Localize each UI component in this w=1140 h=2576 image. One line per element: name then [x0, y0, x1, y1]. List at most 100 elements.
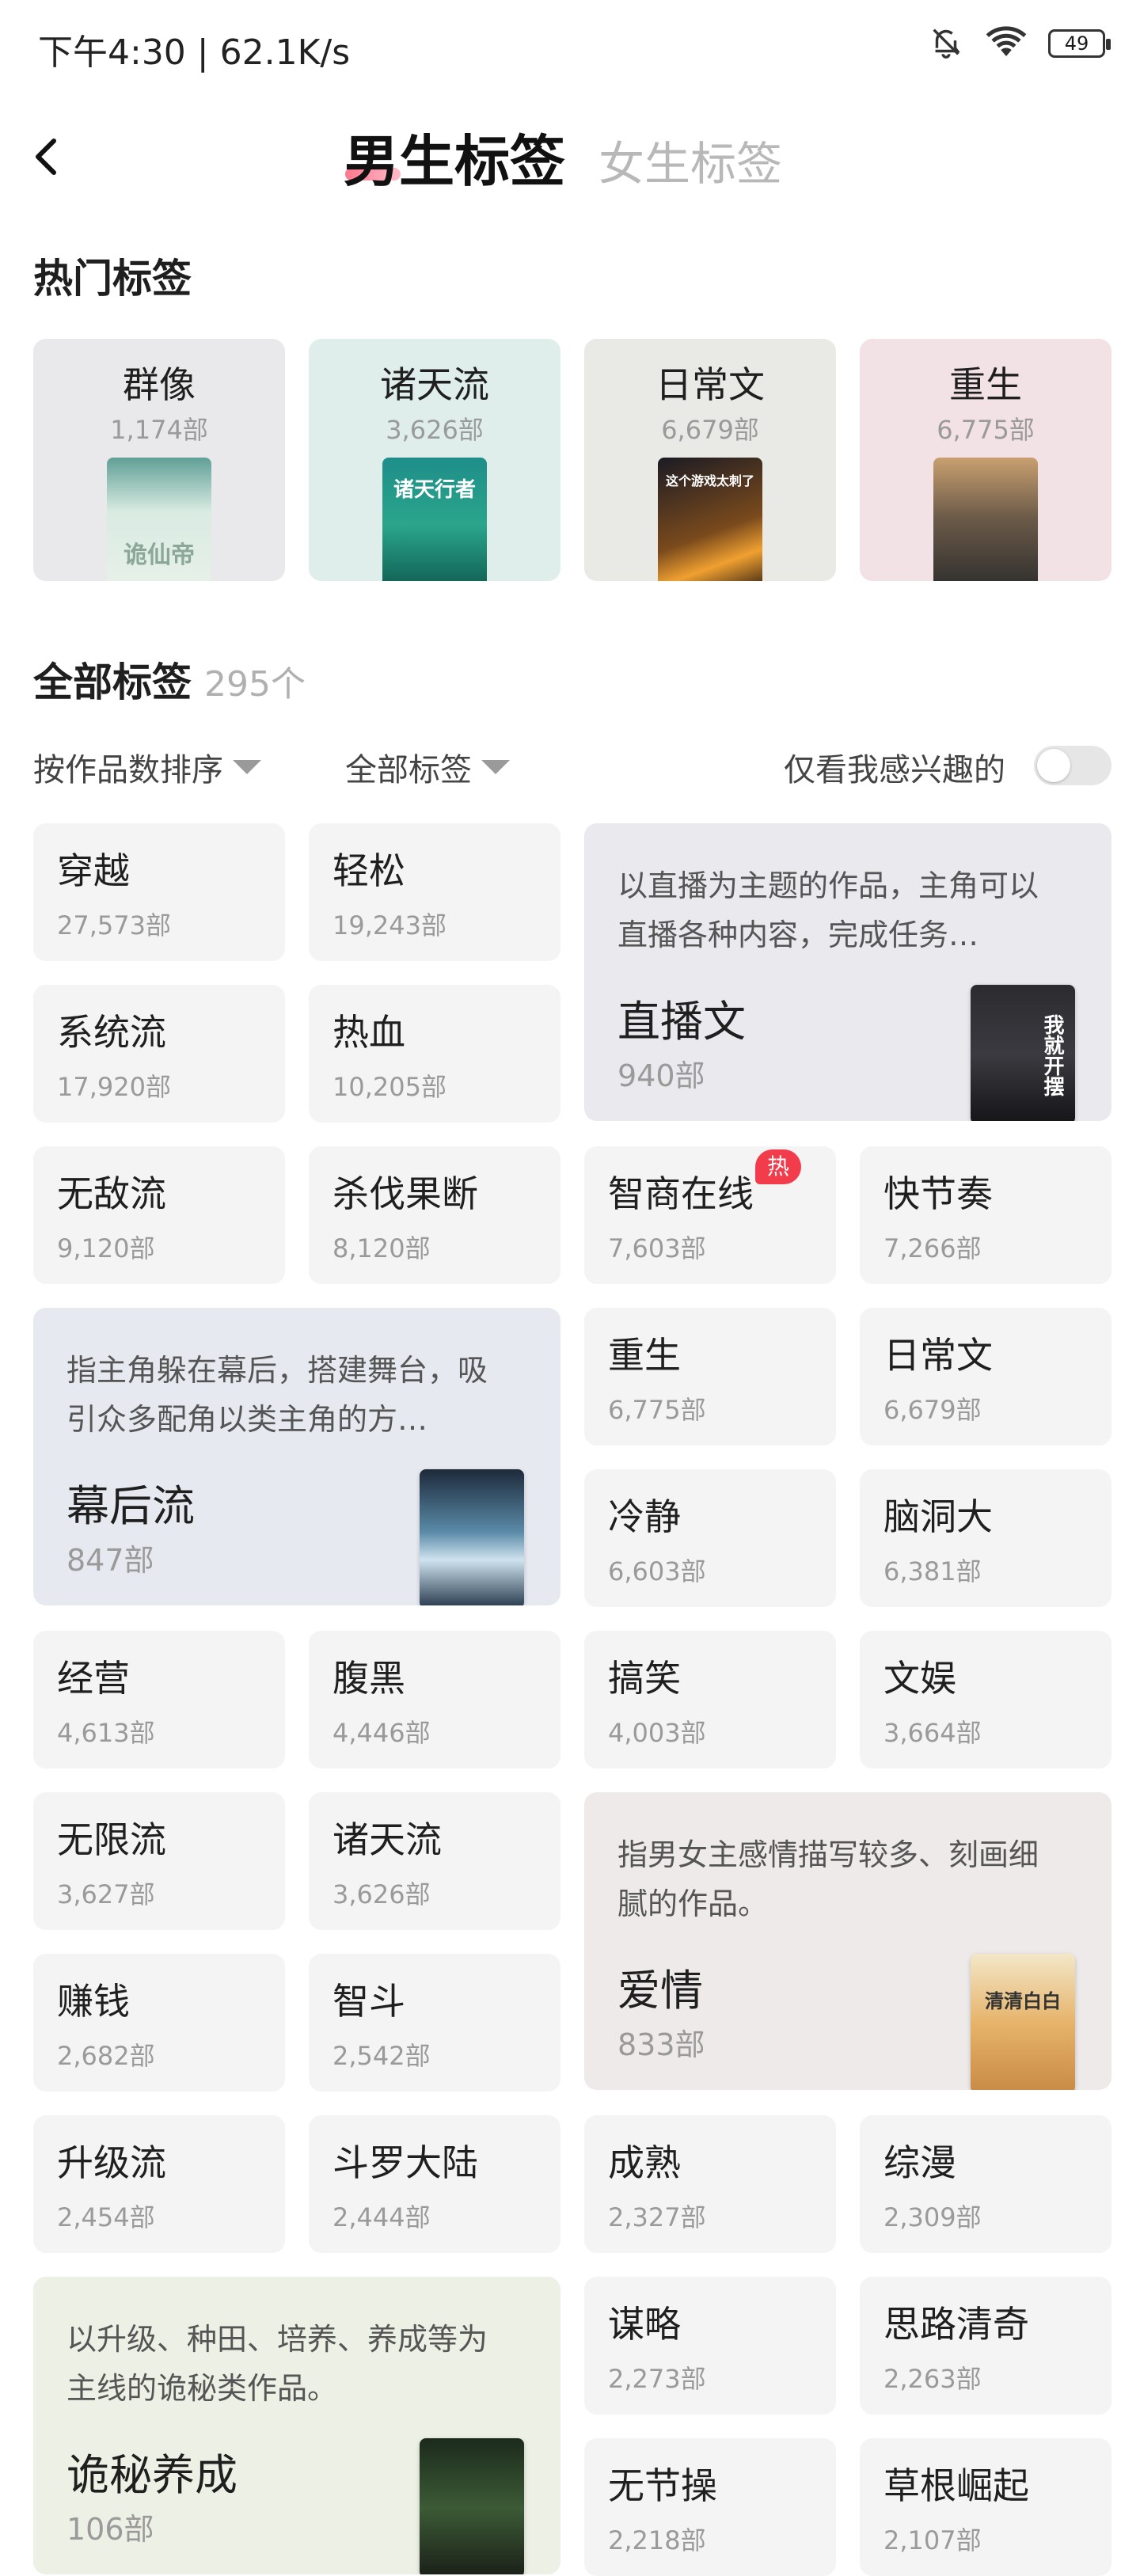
hot-tag-card[interactable]: 群像 1,174部 诡仙帝	[33, 339, 285, 581]
tag-card[interactable]: 腹黑 4,446部	[309, 1631, 560, 1769]
tag-card[interactable]: 成熟 2,327部	[584, 2115, 836, 2253]
feature-description: 指主角躲在幕后，搭建舞台，吸引众多配角以类主角的方…	[66, 1353, 488, 1437]
interest-label: 仅看我感兴趣的	[784, 752, 1005, 788]
tag-card[interactable]: 脑洞大 6,381部	[860, 1469, 1112, 1607]
tag-card[interactable]: 草根崛起 2,107部	[860, 2438, 1112, 2576]
tag-name: 文娱	[884, 1657, 956, 1700]
tag-card[interactable]: 斗罗大陆 2,444部	[309, 2115, 560, 2253]
tag-card[interactable]: 升级流 2,454部	[33, 2115, 285, 2253]
tag-card[interactable]: 文娱 3,664部	[860, 1631, 1112, 1769]
tag-count: 6,775部	[608, 1395, 706, 1425]
tag-name: 脑洞大	[884, 1495, 993, 1538]
feature-name: 诡秘养成	[66, 2450, 238, 2500]
tab-male[interactable]: 男生标签	[344, 117, 565, 197]
book-cover-title: 这个游戏太刺了	[665, 473, 754, 488]
tag-count: 2,327部	[608, 2202, 706, 2232]
hot-tag-card[interactable]: 诸天流 3,626部 诸天行者	[309, 339, 560, 581]
tag-card[interactable]: 思路清奇 2,263部	[860, 2277, 1112, 2415]
tag-count: 2,273部	[608, 2364, 706, 2394]
tag-name: 穿越	[57, 849, 130, 892]
tag-count: 2,107部	[884, 2525, 982, 2555]
tag-card[interactable]: 系统流 17,920部	[33, 985, 285, 1123]
all-tags-header: 全部标签 295个	[33, 651, 306, 708]
tag-count: 10,205部	[332, 1072, 446, 1102]
hot-tag-count: 3,626部	[386, 415, 484, 445]
feature-count: 106部	[66, 2512, 154, 2547]
tag-count: 2,444部	[332, 2202, 431, 2232]
tag-card[interactable]: 冷静 6,603部	[584, 1469, 836, 1607]
tag-count: 2,263部	[884, 2364, 982, 2394]
tag-card[interactable]: 杀伐果断 8,120部	[309, 1146, 560, 1284]
tag-name: 热血	[332, 1011, 405, 1054]
tag-card[interactable]: 重生 6,775部	[584, 1308, 836, 1446]
tag-card[interactable]: 谋略 2,273部	[584, 2277, 836, 2415]
tag-name: 谋略	[608, 2303, 681, 2346]
tag-count: 4,003部	[608, 1718, 706, 1748]
tag-card[interactable]: 快节奏 7,266部	[860, 1146, 1112, 1284]
feature-tag-card[interactable]: 以升级、种田、培养、养成等为主线的诡秘类作品。 诡秘养成 106部	[33, 2277, 560, 2574]
tag-name: 重生	[608, 1334, 681, 1377]
tag-card[interactable]: 无敌流 9,120部	[33, 1146, 285, 1284]
tag-name: 升级流	[57, 2141, 166, 2184]
tag-name: 智商在线	[608, 1172, 754, 1215]
tag-name: 智斗	[332, 1980, 405, 2023]
book-cover-title: 诸天行者	[393, 478, 476, 502]
tag-card[interactable]: 热血 10,205部	[309, 985, 560, 1123]
tag-card[interactable]: 智商在线 7,603部 热	[584, 1146, 836, 1284]
feature-tag-card[interactable]: 指男女主感情描写较多、刻画细腻的作品。 爱情 833部 清清白白	[584, 1792, 1112, 2090]
sort-dropdown[interactable]: 按作品数排序	[33, 744, 261, 790]
tab-female[interactable]: 女生标签	[598, 127, 782, 193]
book-cover	[420, 1469, 524, 1605]
back-button[interactable]	[27, 125, 66, 188]
feature-description: 以升级、种田、培养、养成等为主线的诡秘类作品。	[66, 2322, 488, 2406]
tag-card[interactable]: 日常文 6,679部	[860, 1308, 1112, 1446]
tag-card[interactable]: 搞笑 4,003部	[584, 1631, 836, 1769]
tag-card[interactable]: 赚钱 2,682部	[33, 1954, 285, 2092]
tag-name: 无敌流	[57, 1172, 166, 1215]
tag-card[interactable]: 穿越 27,573部	[33, 823, 285, 961]
scope-dropdown[interactable]: 全部标签	[345, 744, 510, 790]
tag-card[interactable]: 无限流 3,627部	[33, 1792, 285, 1930]
book-cover: 这个游戏太刺了	[658, 458, 762, 581]
battery-level: 49	[1064, 32, 1089, 55]
wifi-icon	[985, 24, 1028, 63]
book-cover-title: 我就开摆	[1040, 1014, 1064, 1096]
tag-name: 快节奏	[884, 1172, 993, 1215]
tag-card[interactable]: 诸天流 3,626部	[309, 1792, 560, 1930]
tag-name: 思路清奇	[884, 2303, 1029, 2346]
tag-name: 经营	[57, 1657, 130, 1700]
tag-count: 19,243部	[332, 910, 446, 940]
tag-name: 诸天流	[332, 1818, 442, 1861]
hot-tag-card[interactable]: 重生 6,775部	[860, 339, 1112, 581]
hot-tag-count: 6,679部	[661, 415, 759, 445]
book-cover: 诸天行者	[382, 458, 487, 581]
tag-name: 无节操	[608, 2464, 717, 2507]
hot-tag-card[interactable]: 日常文 6,679部 这个游戏太刺了	[584, 339, 836, 581]
tag-count: 2,309部	[884, 2202, 982, 2232]
tag-name: 斗罗大陆	[332, 2141, 478, 2184]
tag-card[interactable]: 智斗 2,542部	[309, 1954, 560, 2092]
tag-card[interactable]: 经营 4,613部	[33, 1631, 285, 1769]
tag-name: 草根崛起	[884, 2464, 1029, 2507]
tag-card[interactable]: 综漫 2,309部	[860, 2115, 1112, 2253]
feature-tag-card[interactable]: 指主角躲在幕后，搭建舞台，吸引众多配角以类主角的方… 幕后流 847部	[33, 1308, 560, 1605]
tag-count: 3,626部	[332, 1879, 431, 1909]
tag-count: 7,603部	[608, 1233, 706, 1263]
tag-card[interactable]: 轻松 19,243部	[309, 823, 560, 961]
tag-name: 日常文	[884, 1334, 993, 1377]
tag-count: 6,603部	[608, 1556, 706, 1586]
feature-tag-card[interactable]: 以直播为主题的作品，主角可以直播各种内容，完成任务… 直播文 940部 我就开摆	[584, 823, 1112, 1121]
interest-toggle[interactable]	[1034, 746, 1112, 785]
tag-count: 3,664部	[884, 1718, 982, 1748]
tag-count: 2,682部	[57, 2041, 155, 2071]
tag-name: 综漫	[884, 2141, 956, 2184]
tag-card[interactable]: 无节操 2,218部	[584, 2438, 836, 2576]
chevron-left-icon	[36, 139, 56, 175]
tag-count: 8,120部	[332, 1233, 431, 1263]
tag-count: 9,120部	[57, 1233, 155, 1263]
tag-name: 腹黑	[332, 1657, 405, 1700]
feature-name: 幕后流	[66, 1481, 195, 1531]
feature-count: 940部	[618, 1058, 705, 1093]
scope-label: 全部标签	[345, 752, 472, 788]
book-cover-title: 诡仙帝	[124, 541, 195, 569]
